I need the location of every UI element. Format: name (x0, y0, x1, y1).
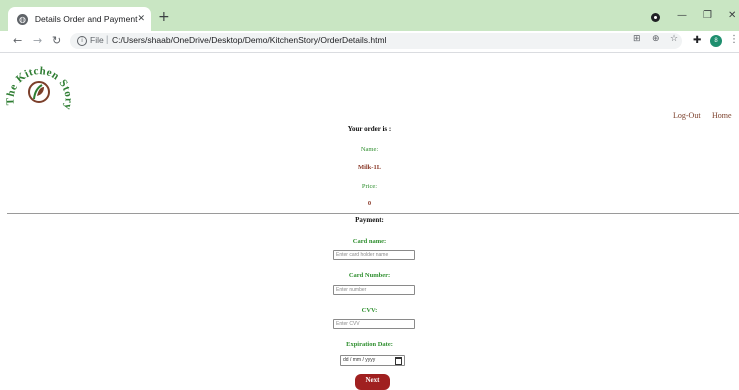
new-tab-button[interactable]: + (158, 9, 170, 25)
next-button[interactable]: Next (355, 374, 390, 390)
tab-title: Details Order and Payment (34, 14, 138, 24)
date-placeholder: dd / mm / yyyy (343, 357, 376, 363)
expiration-date-input[interactable]: dd / mm / yyyy (340, 355, 405, 366)
back-arrow-icon[interactable]: ← (13, 34, 22, 48)
close-window-button[interactable]: ✕ (728, 10, 736, 22)
tab-strip: ◍ Details Order and Payment ✕ + — ❐ ✕ (0, 0, 739, 31)
profile-avatar[interactable]: 8 (710, 35, 722, 47)
info-icon[interactable]: i (77, 36, 87, 46)
incognito-profile-icon[interactable] (651, 13, 660, 22)
address-bar[interactable]: i File | C:/Users/shaab/OneDrive/Desktop… (70, 33, 682, 49)
price-value: 0 (367, 200, 372, 207)
logout-link[interactable]: Log-Out (673, 111, 701, 120)
expiration-label: Expiration Date: (346, 341, 393, 348)
kitchen-story-logo: The Kitchen Story (6, 65, 72, 111)
url-text[interactable]: C:/Users/shaab/OneDrive/Desktop/Demo/Kit… (112, 35, 386, 45)
home-link[interactable]: Home (712, 111, 732, 120)
name-value: Milk-1L (357, 164, 382, 171)
close-tab-icon[interactable]: ✕ (137, 14, 145, 24)
reload-icon[interactable]: ↻ (52, 34, 61, 48)
minimize-button[interactable]: — (677, 10, 687, 22)
page-content: The Kitchen Story Log-Out Home Your orde… (0, 53, 739, 390)
address-separator: | (106, 34, 109, 44)
cvv-input[interactable] (333, 319, 415, 329)
restore-button[interactable]: ❐ (703, 10, 712, 22)
card-name-label: Card name: (352, 238, 387, 245)
card-number-input[interactable] (333, 285, 415, 295)
bookmark-star-icon[interactable]: ☆ (670, 34, 678, 44)
globe-icon: ◍ (17, 13, 28, 25)
payment-heading: Payment: (355, 216, 384, 224)
forward-arrow-icon[interactable]: → (33, 34, 42, 48)
section-divider (7, 213, 739, 214)
card-name-input[interactable] (333, 250, 415, 260)
card-number-label: Card Number: (348, 272, 391, 279)
translate-icon[interactable]: ⊞ (633, 34, 641, 44)
order-heading: Your order is : (347, 125, 392, 133)
cvv-label: CVV: (361, 307, 378, 314)
zoom-icon[interactable]: ⊕ (652, 34, 660, 44)
kebab-menu-icon[interactable]: ⋮ (729, 34, 739, 45)
calendar-icon[interactable] (395, 357, 402, 365)
price-label: Price: (361, 183, 378, 190)
file-scheme-label: File (90, 35, 104, 45)
browser-tab[interactable]: ◍ Details Order and Payment ✕ (8, 7, 151, 31)
name-label: Name: (360, 146, 379, 153)
browser-toolbar: ← → ↻ i File | C:/Users/shaab/OneDrive/D… (0, 31, 739, 53)
extensions-puzzle-icon[interactable]: ✚ (693, 35, 701, 46)
